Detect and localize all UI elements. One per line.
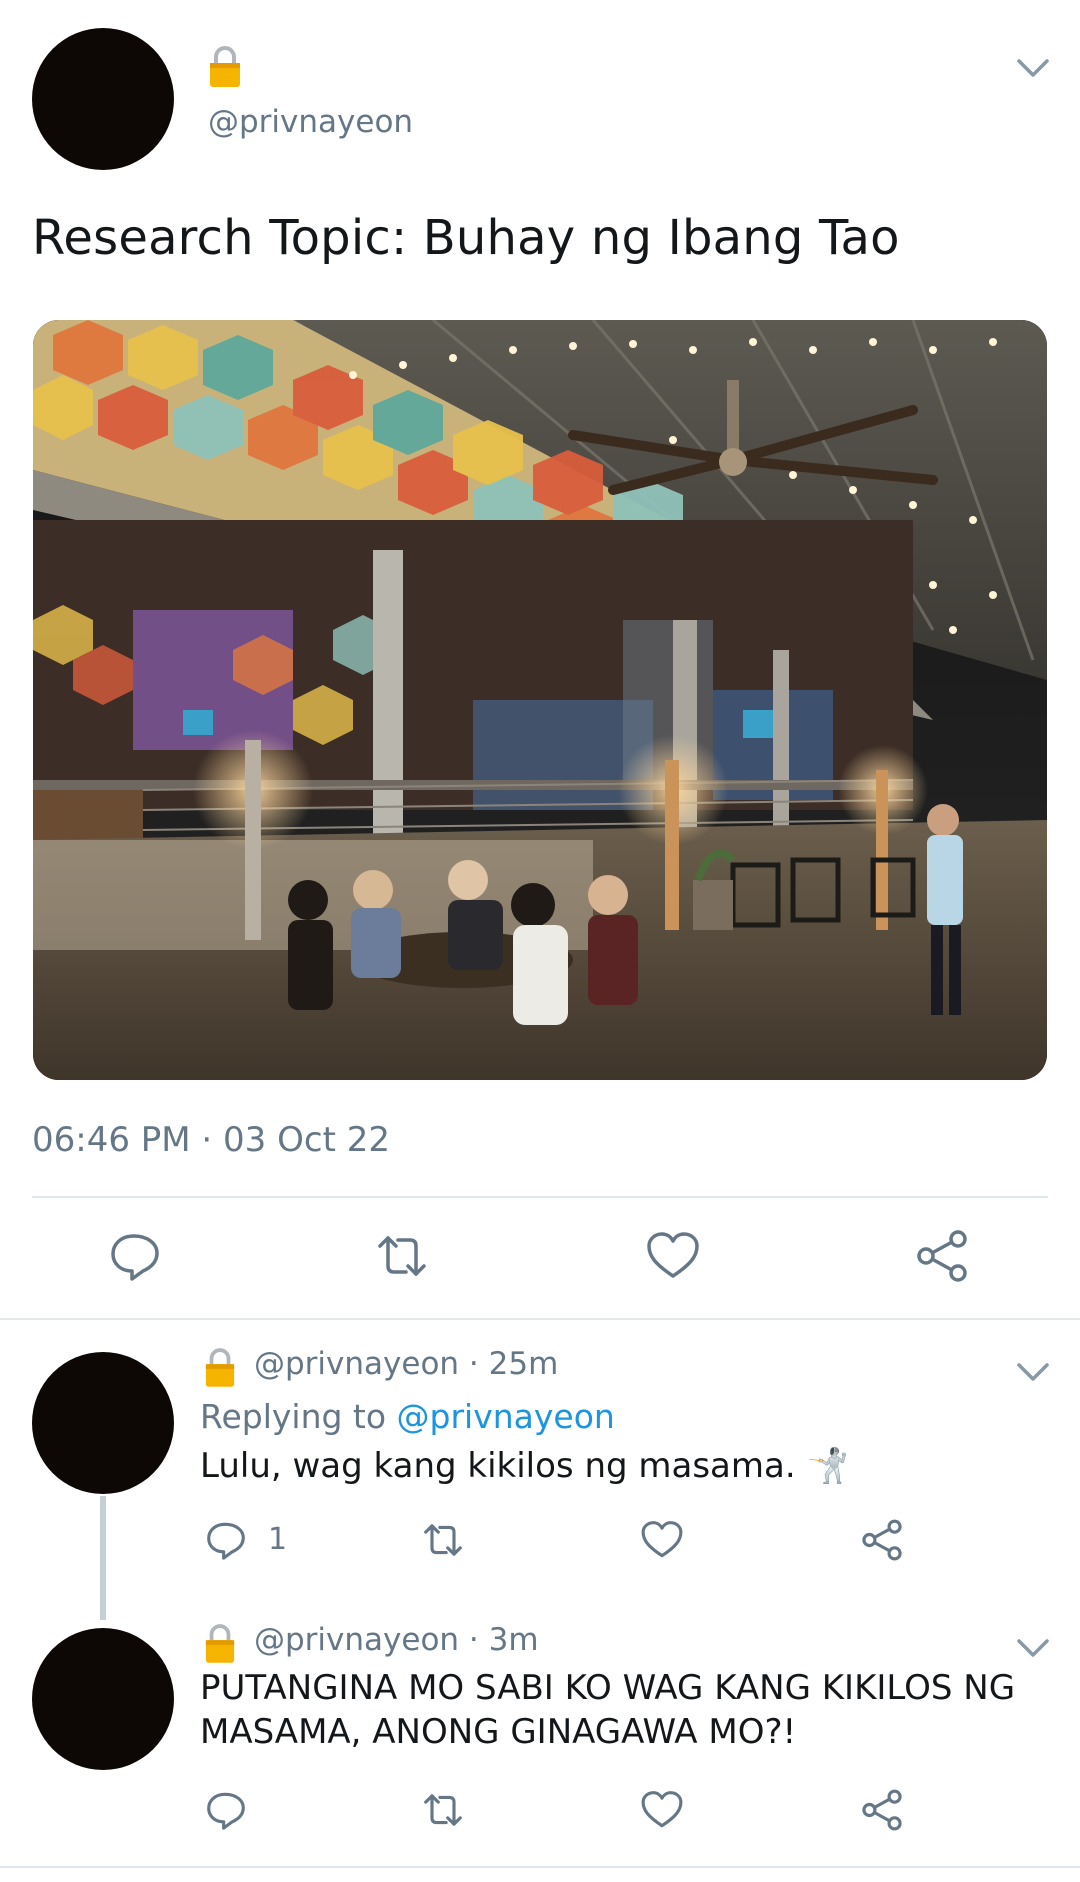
replying-to-link[interactable]: @privnayeon	[397, 1397, 615, 1436]
lock-icon	[204, 1622, 236, 1664]
thread-line	[100, 1496, 106, 1620]
reply-icon[interactable]	[107, 1228, 163, 1284]
retweet-icon[interactable]	[421, 1518, 465, 1562]
like-icon[interactable]	[640, 1518, 684, 1562]
reply-text-line: PUTANGINA MO SABI KO WAG KANG KIKILOS NG	[200, 1668, 1016, 1708]
reply-icon[interactable]	[204, 1518, 248, 1562]
reply-handle[interactable]: @privnayeon	[254, 1346, 459, 1382]
reply-time: · 3m	[468, 1622, 539, 1658]
chevron-down-icon[interactable]	[1015, 1636, 1051, 1660]
like-icon[interactable]	[640, 1788, 684, 1832]
author-handle[interactable]: @privnayeon	[208, 104, 413, 140]
tweet-text: Research Topic: Buhay ng Ibang Tao	[32, 210, 900, 266]
divider	[0, 1866, 1080, 1868]
retweet-icon[interactable]	[421, 1788, 465, 1832]
reply-time: · 25m	[468, 1346, 559, 1382]
share-icon[interactable]	[860, 1788, 904, 1832]
chevron-down-icon[interactable]	[1015, 1360, 1051, 1384]
reply-icon[interactable]	[204, 1788, 248, 1832]
like-icon[interactable]	[645, 1228, 701, 1284]
lock-icon	[204, 1346, 236, 1388]
reply-count: 1	[268, 1522, 288, 1557]
reply-handle[interactable]: @privnayeon	[254, 1622, 459, 1658]
avatar[interactable]	[32, 1628, 174, 1770]
reply-text-line: MASAMA, ANONG GINAGAWA MO?!	[200, 1712, 797, 1752]
chevron-down-icon[interactable]	[1015, 56, 1051, 80]
reply-text: Lulu, wag kang kikilos ng masama. 🤺	[200, 1446, 849, 1486]
reply-text: PUTANGINA MO SABI KO WAG KANG KIKILOS NG…	[200, 1666, 1015, 1754]
share-icon[interactable]	[914, 1228, 970, 1284]
divider	[0, 1318, 1080, 1320]
avatar[interactable]	[32, 1352, 174, 1494]
divider	[32, 1196, 1048, 1198]
reply-header[interactable]: @privnayeon · 3m	[254, 1622, 539, 1658]
avatar[interactable]	[32, 28, 174, 170]
replying-label: Replying to	[200, 1397, 387, 1436]
retweet-icon[interactable]	[374, 1228, 430, 1284]
replying-to-line: Replying to @privnayeon	[200, 1397, 615, 1436]
tweet-timestamp[interactable]: 06:46 PM · 03 Oct 22	[32, 1120, 390, 1160]
tweet-photo[interactable]	[33, 320, 1047, 1080]
share-icon[interactable]	[860, 1518, 904, 1562]
reply-header[interactable]: @privnayeon · 25m	[254, 1346, 558, 1382]
lock-icon	[208, 44, 242, 88]
